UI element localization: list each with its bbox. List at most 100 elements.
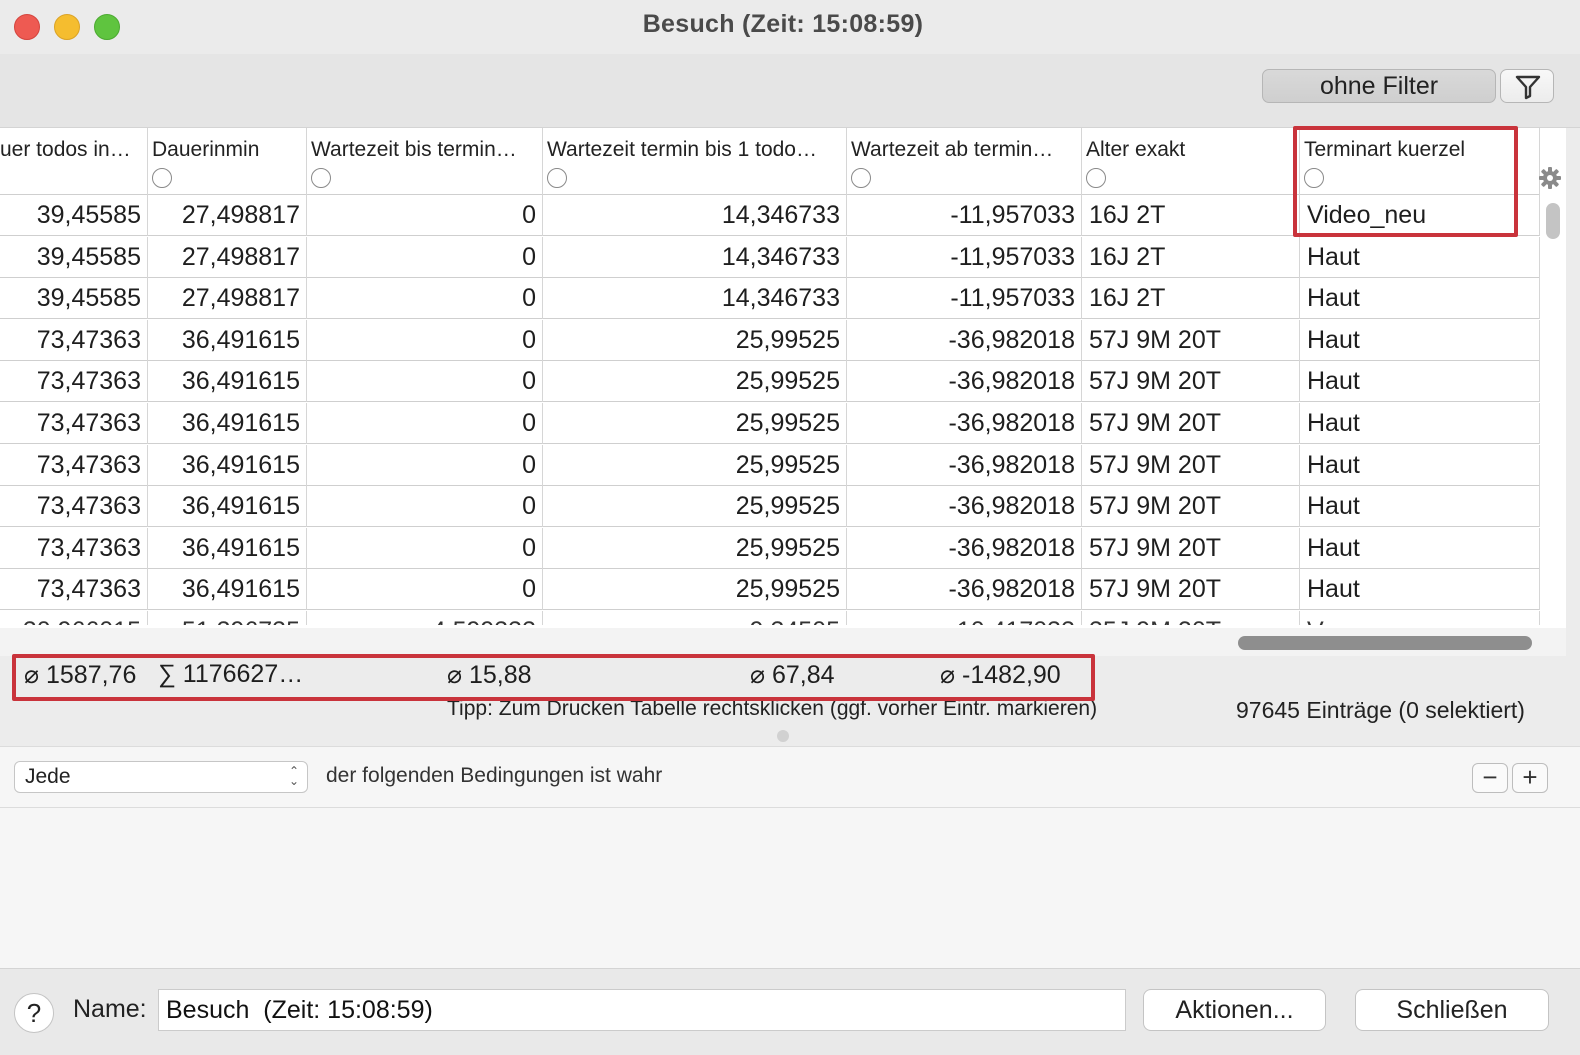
- table-row[interactable]: 73,47363 36,491615 0 25,99525 -36,982018 57J …: [0, 527, 1540, 569]
- name-input[interactable]: [158, 989, 1126, 1031]
- summary-sum-col2: ∑ 1176627…: [158, 660, 304, 688]
- help-button[interactable]: ?: [14, 993, 54, 1033]
- close-button[interactable]: Schließen: [1355, 989, 1549, 1031]
- filter-button[interactable]: [1500, 69, 1554, 103]
- table-cell: 73,47363: [0, 527, 148, 569]
- column-header[interactable]: Wartezeit ab termin…: [847, 128, 1082, 195]
- table-cell: 0: [307, 403, 543, 444]
- column-header[interactable]: Wartezeit termin bis 1 todo…: [543, 128, 847, 195]
- table-cell: -10,417033: [847, 611, 1082, 625]
- condition-text: der folgenden Bedingungen ist wahr: [326, 764, 663, 787]
- table-cell: -11,957033: [847, 236, 1082, 278]
- table-cell: Haut: [1300, 403, 1540, 444]
- column-radio[interactable]: [1304, 168, 1324, 188]
- table-cell: 36,491615: [148, 527, 307, 569]
- table-cell: 51,396735: [148, 611, 307, 625]
- condition-row: Jede ⌃ ⌄ der folgenden Bedingungen ist wa…: [0, 746, 1580, 808]
- filter-select-button[interactable]: ohne Filter: [1262, 69, 1496, 103]
- table-cell: -36,982018: [847, 444, 1082, 486]
- table-row[interactable]: 39,45585 27,498817 0 14,346733 -11,957033 16J…: [0, 278, 1540, 320]
- table-cell: 14,346733: [543, 195, 847, 236]
- name-label: Name:: [73, 995, 147, 1023]
- add-condition-button[interactable]: +: [1512, 763, 1548, 793]
- table-cell: 57J 9M 20T: [1082, 319, 1300, 361]
- horizontal-scrollbar[interactable]: [1238, 636, 1532, 650]
- table-cell: 16J 2T: [1082, 236, 1300, 278]
- column-radio[interactable]: [1086, 168, 1106, 188]
- table-cell: -36,982018: [847, 403, 1082, 444]
- table-row[interactable]: 73,47363 36,491615 0 25,99525 -36,982018 57J …: [0, 361, 1540, 403]
- table-cell: 0: [307, 569, 543, 611]
- column-radio[interactable]: [547, 168, 567, 188]
- table-cell: 25,99525: [543, 361, 847, 403]
- table-cell: Haut: [1300, 361, 1540, 403]
- column-header[interactable]: uer todos in…: [0, 128, 148, 195]
- column-radio[interactable]: [152, 168, 172, 188]
- window: Besuch (Zeit: 15:08:59) ohne Filter uer …: [0, 0, 1580, 1055]
- funnel-icon: [1515, 75, 1541, 100]
- table-cell: -36,982018: [847, 361, 1082, 403]
- table-row[interactable]: 39,45585 27,498817 0 14,346733 -11,957033 16J…: [0, 236, 1540, 278]
- split-handle[interactable]: [777, 730, 789, 742]
- table-cell: Haut: [1300, 569, 1540, 611]
- column-radio[interactable]: [311, 168, 331, 188]
- table-cell: 0: [307, 361, 543, 403]
- table-cell: 25,99525: [543, 319, 847, 361]
- window-title: Besuch (Zeit: 15:08:59): [642, 10, 924, 38]
- column-header[interactable]: Wartezeit bis termin…: [307, 128, 543, 195]
- actions-button[interactable]: Aktionen...: [1143, 989, 1326, 1031]
- column-radio[interactable]: [851, 168, 871, 188]
- entry-count: 97645 Einträge (0 selektiert): [1236, 697, 1525, 723]
- table-cell: 36,491615: [148, 319, 307, 361]
- table-cell: -11,957033: [847, 195, 1082, 236]
- table-cell: 57J 9M 20T: [1082, 361, 1300, 403]
- summary-avg-col4: ⌀ 67,84: [750, 661, 835, 689]
- table-cell: 9,34505: [543, 611, 847, 625]
- data-table[interactable]: uer todos in… Dauerinmin Wartezeit bis t…: [0, 128, 1566, 628]
- table-cell: 73,47363: [0, 569, 148, 611]
- table-cell: 57J 9M 20T: [1082, 569, 1300, 611]
- table-cell: Haut: [1300, 527, 1540, 569]
- table-cell: 0: [307, 319, 543, 361]
- table-cell: 73,47363: [0, 403, 148, 444]
- table-row[interactable]: 73,47363 36,491615 0 25,99525 -36,982018 57J …: [0, 319, 1540, 361]
- remove-condition-button[interactable]: −: [1472, 763, 1508, 793]
- toolbar: ohne Filter: [0, 54, 1580, 128]
- table-cell: 73,47363: [0, 486, 148, 528]
- table-cell: 39,45585: [0, 278, 148, 320]
- table-cell: 27,498817: [148, 278, 307, 320]
- table-row[interactable]: 73,47363 36,491615 0 25,99525 -36,982018 57J …: [0, 444, 1540, 486]
- table-cell: -36,982018: [847, 486, 1082, 528]
- column-header[interactable]: Dauerinmin: [148, 128, 307, 195]
- table-header: uer todos in… Dauerinmin Wartezeit bis t…: [0, 128, 1540, 195]
- table-cell: 25,99525: [543, 569, 847, 611]
- table-row[interactable]: 73,47363 36,491615 0 25,99525 -36,982018 57J …: [0, 486, 1540, 528]
- summary-bar: ⌀ 1587,76 ∑ 1176627… ⌀ 15,88 ⌀ 67,84 ⌀ -…: [0, 656, 1580, 746]
- table-cell: 0: [307, 527, 543, 569]
- column-header[interactable]: Alter exakt: [1082, 128, 1300, 195]
- table-cell: 36,491615: [148, 444, 307, 486]
- column-header[interactable]: Terminart kuerzel: [1300, 128, 1540, 195]
- table-cell: Haut: [1300, 319, 1540, 361]
- summary-avg-col5: ⌀ -1482,90: [940, 661, 1061, 689]
- table-cell: 73,47363: [0, 444, 148, 486]
- table-cell: 57J 9M 20T: [1082, 527, 1300, 569]
- table-row[interactable]: 73,47363 36,491615 0 25,99525 -36,982018 57J …: [0, 403, 1540, 444]
- table-row[interactable]: 73,47363 36,491615 0 25,99525 -36,982018 57J …: [0, 569, 1540, 611]
- table-row[interactable]: 39,45585 27,498817 0 14,346733 -11,957033 16J…: [0, 195, 1540, 236]
- table-cell: 0: [307, 195, 543, 236]
- table-cell: 39,45585: [0, 195, 148, 236]
- table-cell: 57J 9M 20T: [1082, 486, 1300, 528]
- match-select[interactable]: Jede ⌃ ⌄: [14, 761, 308, 793]
- table-cell: Haut: [1300, 486, 1540, 528]
- summary-avg-col1: ⌀ 1587,76: [24, 661, 137, 689]
- gear-icon[interactable]: [1538, 166, 1562, 190]
- table-cell: 16J 2T: [1082, 278, 1300, 320]
- summary-avg-col3: ⌀ 15,88: [447, 661, 532, 689]
- vertical-scrollbar[interactable]: [1546, 203, 1560, 239]
- table-cell: Haut: [1300, 444, 1540, 486]
- table-cell: 25,99525: [543, 403, 847, 444]
- table-cell: 73,47363: [0, 319, 148, 361]
- table-cell: 0: [307, 444, 543, 486]
- table-row[interactable]: 30,96601551,3967354,5993339,34505-10,417…: [0, 611, 1540, 625]
